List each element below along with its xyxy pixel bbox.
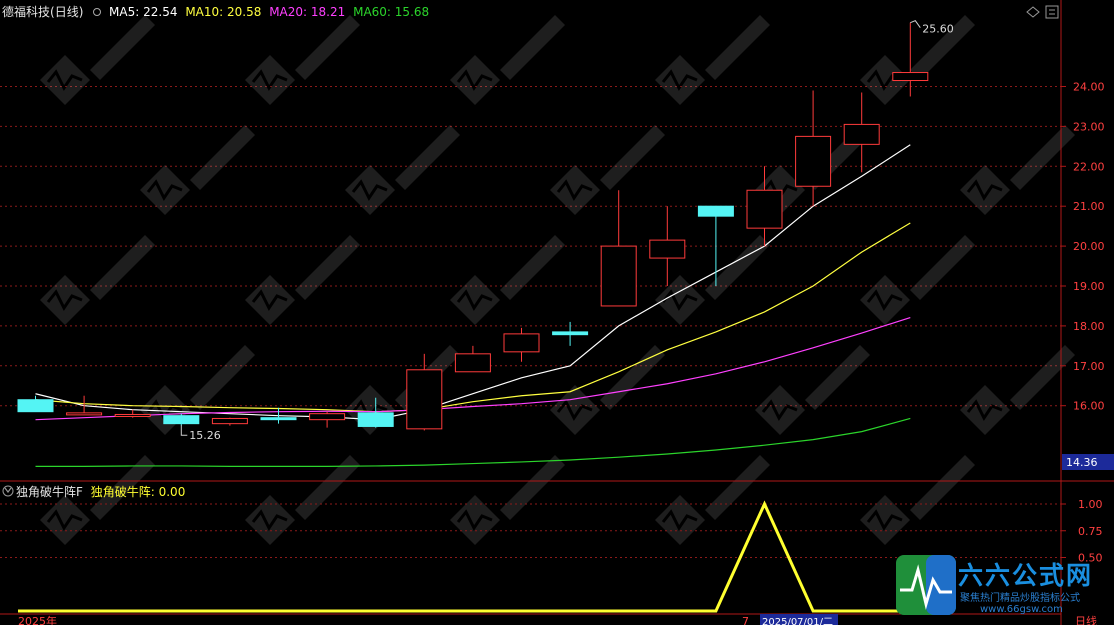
watermark-tile xyxy=(960,345,1075,435)
cursor-date-label: 2025/07/01/二 xyxy=(762,617,833,625)
watermark-slogan: 聚焦热门精品炒股指标公式 xyxy=(960,593,1080,604)
watermark-tile xyxy=(755,345,870,435)
ma20-value: 18.21 xyxy=(310,5,346,19)
indicator-name: 独角破牛阵F xyxy=(16,485,83,499)
high-annotation-pointer xyxy=(910,20,921,28)
stock-name: 德福科技 xyxy=(2,5,51,19)
axis-tick-label: 19.00 xyxy=(1073,280,1105,293)
indicator-series-label: 独角破牛阵: xyxy=(90,485,155,499)
ma10-value: 20.58 xyxy=(227,5,262,19)
watermark-site-name: 六六公式网 xyxy=(958,561,1094,590)
watermark-tile xyxy=(450,455,565,545)
axis-tick-label: 23.00 xyxy=(1073,120,1105,133)
year-label: 2025年 xyxy=(18,614,57,625)
indicator-header: 独角破牛阵F 独角破牛阵: 0.00 xyxy=(16,485,185,499)
ma5-label: MA5: xyxy=(109,5,140,19)
chart-header: 德福科技(日线) MA5: 22.54 MA10: 20.58 MA20: 18… xyxy=(2,5,429,19)
watermark-tile xyxy=(860,455,975,545)
watermark-tile xyxy=(40,15,155,105)
watermark-tile xyxy=(960,125,1075,215)
watermark-tile xyxy=(860,15,975,105)
watermark-tile xyxy=(140,125,255,215)
ma60-label: MA60: xyxy=(353,5,391,19)
indicator-series-value: 0.00 xyxy=(158,485,186,499)
candle[interactable] xyxy=(552,321,589,346)
axis-tick-label: 20.00 xyxy=(1073,240,1105,253)
axis-tick-label: 18.00 xyxy=(1073,320,1105,333)
axis-tick-label: 17.00 xyxy=(1073,360,1105,373)
settings-dot-icon[interactable] xyxy=(93,8,102,16)
indicator-axis-tick-label: 1.00 xyxy=(1078,498,1103,511)
watermark-tile xyxy=(550,125,665,215)
toggle-panel-icon[interactable] xyxy=(1045,5,1059,19)
candle[interactable] xyxy=(649,206,686,286)
candle[interactable] xyxy=(309,411,346,428)
low-annotation-pointer xyxy=(180,425,188,436)
axis-tick-label: 21.00 xyxy=(1073,200,1105,213)
watermark-tile xyxy=(655,15,770,105)
ma5-value: 22.54 xyxy=(143,5,178,19)
site-logo-icon xyxy=(896,555,956,615)
month-label: 7 xyxy=(742,615,749,625)
ma10-label: MA10: xyxy=(185,5,224,19)
watermark-tile xyxy=(40,235,155,325)
indicator-axis-tick-label: 0.75 xyxy=(1078,525,1103,538)
candle[interactable] xyxy=(163,413,200,426)
high-annotation-label: 25.60 xyxy=(922,23,954,36)
candle[interactable] xyxy=(843,92,880,173)
indicator-axis[interactable]: 0.500.751.00 xyxy=(1061,498,1103,565)
candle[interactable] xyxy=(503,327,540,362)
candle[interactable] xyxy=(600,190,637,307)
watermark-tile xyxy=(450,15,565,105)
axis-tick-label: 16.00 xyxy=(1073,400,1105,413)
collapse-icon[interactable] xyxy=(2,485,14,497)
current-price-label: 14.36 xyxy=(1066,456,1098,469)
watermark-tile xyxy=(245,15,360,105)
watermark-tile xyxy=(450,235,565,325)
diamond-icon[interactable] xyxy=(1026,6,1040,18)
watermark-tile xyxy=(345,125,460,215)
period-label: 日线 xyxy=(1075,614,1097,625)
axis-tick-label: 22.00 xyxy=(1073,160,1105,173)
watermark-tile xyxy=(860,235,975,325)
ma60-value: 15.68 xyxy=(394,5,430,19)
watermark-tile xyxy=(245,235,360,325)
ma20-label: MA20: xyxy=(269,5,308,19)
candle[interactable] xyxy=(17,395,54,413)
watermark-tile xyxy=(245,455,360,545)
watermark-tile xyxy=(40,455,155,545)
candle[interactable] xyxy=(454,345,491,373)
period-label: (日线) xyxy=(50,5,84,19)
low-annotation-label: 15.26 xyxy=(189,429,221,442)
main-grid xyxy=(0,86,1061,407)
watermark-url: www.66gsw.com xyxy=(980,604,1063,615)
stock-chart-canvas[interactable]: 25.60 15.26 16.00 17.00 18.00 19.00 20.00 21.0… xyxy=(0,0,1114,625)
axis-tick-label: 24.00 xyxy=(1073,81,1105,94)
candle[interactable] xyxy=(211,417,248,426)
